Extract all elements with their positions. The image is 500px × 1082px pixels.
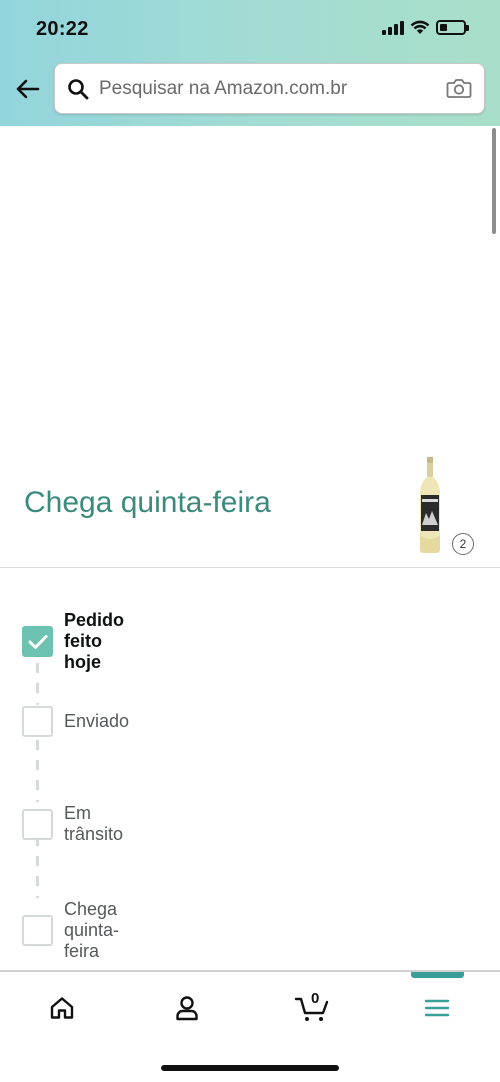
status-time: 20:22 bbox=[36, 18, 89, 40]
step-checkbox bbox=[22, 808, 53, 840]
tracker-connector bbox=[36, 836, 39, 898]
battery-icon bbox=[436, 20, 469, 35]
checkmark-icon bbox=[28, 634, 47, 649]
step-checkbox bbox=[22, 915, 53, 946]
tracker-step-arrives: Chega quinta-feira bbox=[22, 899, 119, 962]
search-input[interactable] bbox=[99, 64, 439, 113]
nav-home[interactable] bbox=[32, 988, 92, 1028]
tracker-connector bbox=[36, 740, 39, 802]
bottom-navigation: 0 bbox=[0, 978, 500, 1038]
delivery-date-title: Chega quinta-feira bbox=[24, 486, 271, 519]
search-bar[interactable] bbox=[54, 63, 485, 114]
nav-account[interactable] bbox=[157, 988, 217, 1028]
wine-bottle-image[interactable] bbox=[414, 455, 446, 555]
item-quantity-badge: 2 bbox=[452, 533, 474, 555]
home-icon bbox=[50, 997, 74, 1019]
wifi-icon bbox=[410, 20, 430, 34]
tracker-step-in-transit: Em trânsito bbox=[22, 803, 123, 845]
back-arrow-icon bbox=[16, 79, 40, 99]
step-checkbox bbox=[22, 626, 53, 657]
step-label: Em trânsito bbox=[64, 803, 124, 844]
step-label: Pedido feito hoje bbox=[64, 610, 125, 672]
nav-menu[interactable] bbox=[407, 988, 467, 1028]
section-divider bbox=[0, 567, 500, 568]
camera-icon[interactable] bbox=[446, 77, 472, 99]
home-indicator bbox=[161, 1065, 339, 1071]
menu-icon bbox=[424, 999, 450, 1017]
cart-count: 0 bbox=[311, 990, 320, 1007]
search-icon bbox=[68, 79, 89, 100]
status-icons bbox=[382, 20, 469, 35]
nav-cart[interactable]: 0 bbox=[282, 988, 342, 1028]
account-icon bbox=[176, 996, 198, 1021]
cellular-signal-icon bbox=[382, 20, 404, 35]
app-header: 20:22 bbox=[0, 0, 500, 126]
tracker-step-ordered: Pedido feito hoje bbox=[22, 610, 124, 673]
tracker-step-shipped: Enviado bbox=[22, 706, 129, 737]
back-button[interactable] bbox=[12, 74, 42, 104]
step-label: Enviado bbox=[64, 711, 130, 731]
scrollbar[interactable] bbox=[492, 128, 496, 234]
step-label: Chega quinta-feira bbox=[64, 899, 120, 961]
step-checkbox bbox=[22, 706, 53, 737]
